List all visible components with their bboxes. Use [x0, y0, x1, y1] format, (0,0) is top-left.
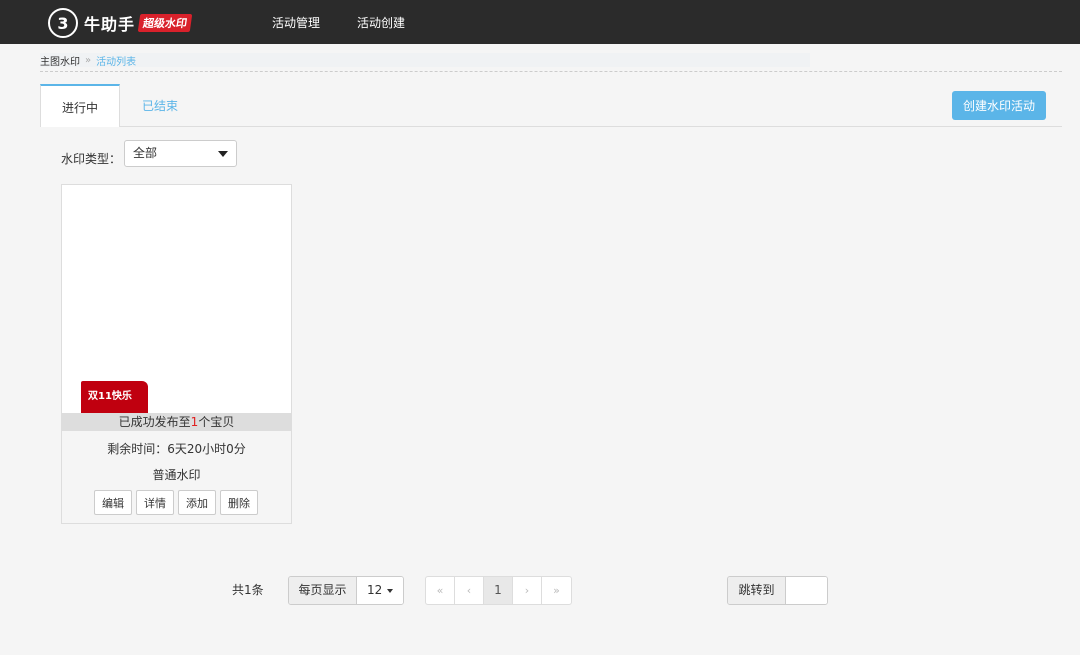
edit-button[interactable]: 编辑 — [94, 490, 132, 515]
card-actions: 编辑 详情 添加 删除 — [94, 490, 258, 515]
add-button[interactable]: 添加 — [178, 490, 216, 515]
caret-down-icon — [218, 151, 228, 157]
jump-to-label: 跳转到 — [728, 577, 786, 604]
remaining-time: 剩余时间：6天20小时0分 — [107, 442, 246, 456]
per-page-control: 每页显示 12 — [288, 576, 404, 605]
caret-down-icon — [387, 589, 393, 593]
next-page-button[interactable]: › — [513, 577, 542, 604]
activity-card: 双11快乐 已成功发布至1个宝贝 剩余时间：6天20小时0分 普通水印 编辑 详… — [61, 184, 292, 524]
detail-button[interactable]: 详情 — [136, 490, 174, 515]
jump-to-page: 跳转到 — [727, 576, 828, 605]
tab-in-progress[interactable]: 进行中 — [40, 84, 120, 127]
per-page-select[interactable]: 12 — [357, 577, 403, 604]
breadcrumb-current: 活动列表 — [96, 56, 137, 68]
logo-icon: 3 — [48, 8, 78, 38]
tab-ended[interactable]: 已结束 — [120, 84, 200, 127]
watermark-type: 普通水印 — [152, 468, 201, 482]
page-1-button[interactable]: 1 — [484, 577, 513, 604]
nav-activity-management[interactable]: 活动管理 — [272, 14, 320, 31]
watermark-type-value: 全部 — [133, 146, 158, 160]
breadcrumb: 主图水印 » 活动列表 — [40, 53, 810, 68]
publish-prefix: 已成功发布至 — [118, 415, 191, 429]
jump-page-input[interactable] — [786, 577, 827, 604]
watermark-type-select[interactable]: 全部 — [124, 140, 237, 167]
product-image: 双11快乐 — [62, 185, 291, 413]
brand-name: 牛助手 — [84, 15, 136, 34]
total-count: 共1条 — [232, 583, 264, 597]
nav-activity-create[interactable]: 活动创建 — [357, 14, 405, 31]
per-page-value: 12 — [367, 583, 383, 597]
top-navbar: 3 牛助手 超级水印 活动管理 活动创建 — [0, 0, 1080, 44]
divider — [40, 71, 1062, 72]
app-logo[interactable]: 3 牛助手 超级水印 — [48, 8, 193, 38]
first-page-button[interactable]: « — [426, 577, 455, 604]
breadcrumb-separator: » — [85, 54, 92, 66]
delete-button[interactable]: 删除 — [220, 490, 258, 515]
per-page-label: 每页显示 — [289, 577, 357, 604]
prev-page-button[interactable]: ‹ — [455, 577, 484, 604]
publish-status: 已成功发布至1个宝贝 — [62, 413, 291, 431]
create-watermark-activity-button[interactable]: 创建水印活动 — [952, 91, 1046, 120]
brand-badge: 超级水印 — [137, 14, 193, 32]
watermark-type-label: 水印类型： — [61, 152, 122, 166]
breadcrumb-home[interactable]: 主图水印 — [40, 53, 80, 68]
publish-suffix: 个宝贝 — [198, 415, 235, 429]
last-page-button[interactable]: » — [542, 577, 571, 604]
pagination: « ‹ 1 › » — [425, 576, 572, 605]
watermark-tag: 双11快乐 — [81, 381, 148, 413]
